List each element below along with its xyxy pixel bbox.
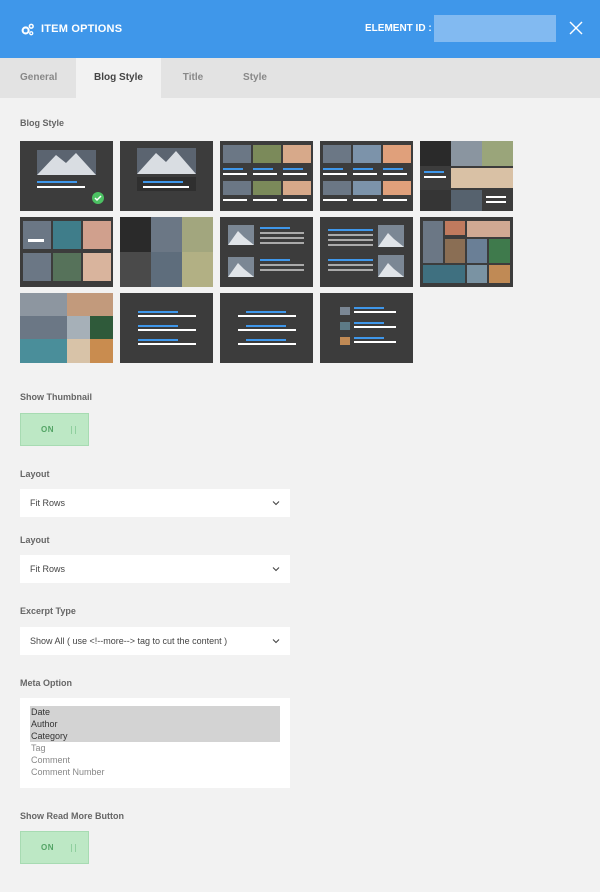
element-id-input[interactable] [434,15,556,42]
tab-style[interactable]: Style [225,58,285,98]
layout-label-2: Layout [20,535,50,545]
meta-option-category[interactable]: Category [30,730,280,742]
blog-style-option[interactable] [220,293,313,363]
show-thumbnail-label: Show Thumbnail [20,392,92,402]
meta-option-date[interactable]: Date [30,706,280,718]
blog-style-option[interactable] [220,217,313,287]
show-read-more-toggle[interactable]: ON [20,831,89,864]
show-thumbnail-toggle[interactable]: ON [20,413,89,446]
excerpt-type-select[interactable]: Show All ( use <!--more--> tag to cut th… [20,627,290,655]
blog-style-option[interactable] [20,141,113,211]
blog-style-option[interactable] [320,141,413,211]
tab-blog-style[interactable]: Blog Style [76,58,161,98]
gears-icon [21,23,34,35]
excerpt-type-label: Excerpt Type [20,606,76,616]
blog-style-option[interactable] [120,141,213,211]
toggle-state: ON [41,425,54,434]
toggle-state: ON [41,843,54,852]
blog-style-option[interactable] [120,217,213,287]
blog-style-option[interactable] [420,217,513,287]
tab-bar: General Blog Style Title Style [0,58,600,98]
meta-option-comment-number[interactable]: Comment Number [30,766,280,778]
blog-style-option[interactable] [220,141,313,211]
blog-style-label: Blog Style [20,118,65,128]
toggle-handle-icon [71,844,76,852]
blog-style-option[interactable] [320,293,413,363]
modal-title: ITEM OPTIONS [41,23,123,35]
chevron-down-icon [272,567,280,572]
meta-option-tag[interactable]: Tag [30,742,280,754]
layout-label: Layout [20,469,50,479]
modal-header: ITEM OPTIONS ELEMENT ID : [0,0,600,58]
layout-value: Fit Rows [30,498,66,508]
chevron-down-icon [272,501,280,506]
element-id-label: ELEMENT ID : [365,23,432,34]
blog-style-option[interactable] [320,217,413,287]
blog-style-option[interactable] [20,293,113,363]
excerpt-type-value: Show All ( use <!--more--> tag to cut th… [30,636,228,646]
blog-style-option[interactable] [20,217,113,287]
tab-title[interactable]: Title [161,58,225,98]
meta-option-label: Meta Option [20,678,72,688]
layout-select[interactable]: Fit Rows [20,489,290,517]
chevron-down-icon [272,639,280,644]
toggle-handle-icon [71,426,76,434]
blog-style-option[interactable] [120,293,213,363]
close-icon[interactable] [568,20,584,36]
blog-style-option[interactable] [420,141,513,211]
meta-option-author[interactable]: Author [30,718,280,730]
meta-option-comment[interactable]: Comment [30,754,280,766]
layout-select-2[interactable]: Fit Rows [20,555,290,583]
meta-option-multiselect[interactable]: Date Author Category Tag Comment Comment… [20,698,290,788]
show-read-more-label: Show Read More Button [20,811,124,821]
layout-value-2: Fit Rows [30,564,66,574]
tab-general[interactable]: General [0,58,76,98]
